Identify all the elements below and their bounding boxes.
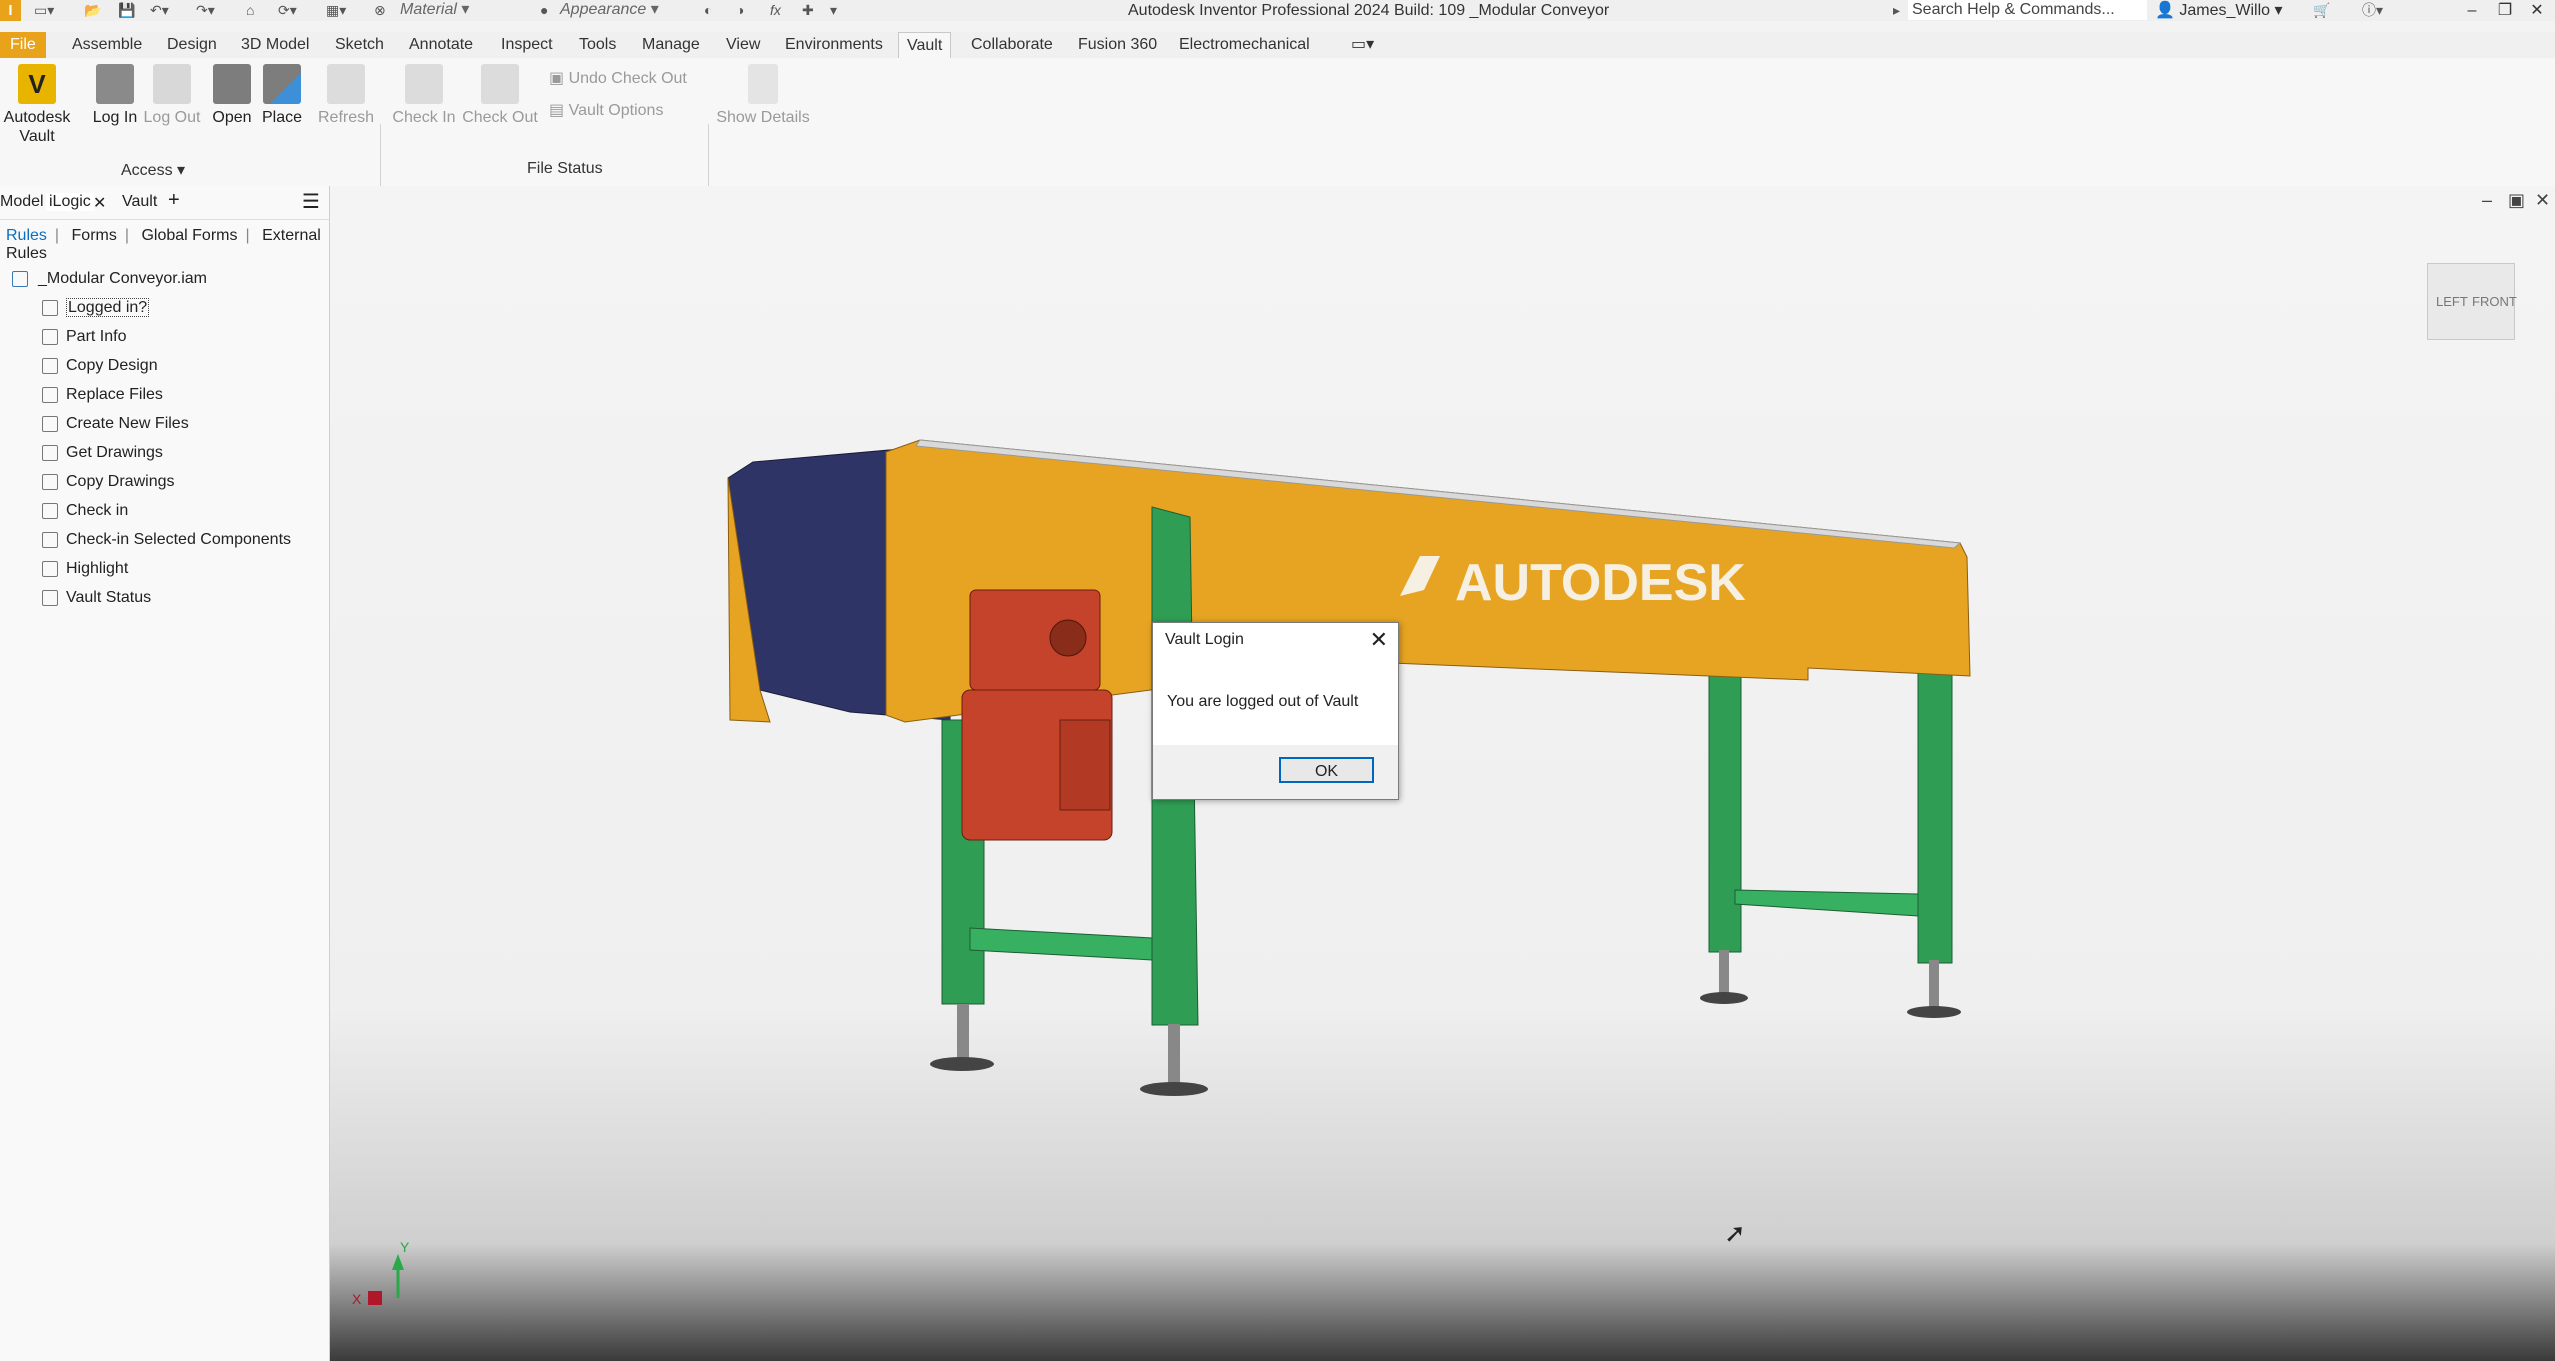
- vault-login-dialog: Vault Login ✕ You are logged out of Vaul…: [1152, 622, 1399, 800]
- dialog-close-icon[interactable]: ✕: [1370, 627, 1388, 653]
- axis-y-label: Y: [400, 1239, 410, 1255]
- axis-x-label: X: [352, 1291, 362, 1307]
- gear-motor: [961, 589, 1113, 841]
- ok-button[interactable]: OK: [1279, 757, 1374, 783]
- dialog-title: Vault Login: [1165, 631, 1244, 648]
- dialog-footer: OK: [1153, 745, 1398, 799]
- brand-text: AUTODESK: [1455, 554, 1746, 612]
- axis-triad: Y X: [352, 1239, 410, 1307]
- mouse-cursor-icon: ➚: [1724, 1218, 1746, 1248]
- dialog-message: You are logged out of Vault: [1167, 693, 1359, 710]
